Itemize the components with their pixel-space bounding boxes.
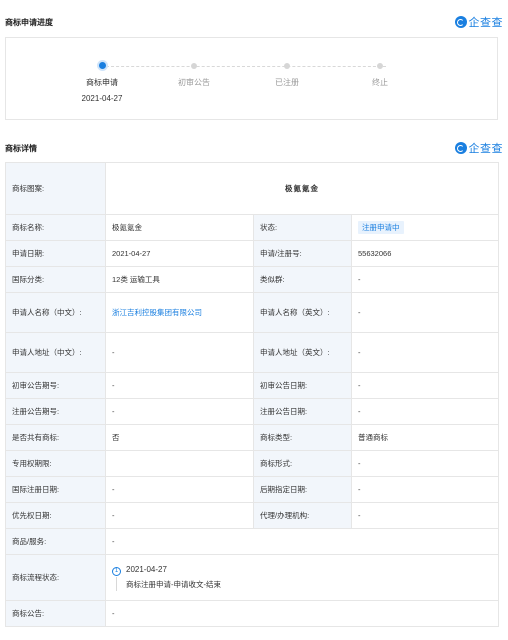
qichacha-logo[interactable]: 企查查 bbox=[454, 140, 504, 156]
similar-group-value: - bbox=[350, 266, 500, 293]
qichacha-logo-icon bbox=[454, 142, 467, 154]
table-row: 国际注册日期: - 后期指定日期: - bbox=[5, 476, 500, 503]
step-label: 商标申请 bbox=[86, 78, 118, 87]
intl-class-key: 国际分类: bbox=[5, 266, 106, 293]
announce-key: 商标公告: bbox=[5, 600, 106, 627]
progress-stepper: 商标申请 2021-04-27 初审公告 已注册 终止 bbox=[5, 37, 498, 120]
goods-value: - bbox=[104, 528, 500, 555]
table-row: 专用权期限: 商标形式: - bbox=[5, 450, 500, 477]
prelim-date-value: - bbox=[350, 372, 500, 399]
prelim-date-key: 初审公告日期: bbox=[253, 372, 352, 399]
flow-value: 1 2021-04-27 商标注册申请-申请收文-结束 bbox=[104, 554, 500, 601]
similar-group-key: 类似群: bbox=[253, 266, 352, 293]
apply-date-key: 申请日期: bbox=[5, 240, 106, 267]
mark-form-value: - bbox=[350, 450, 500, 477]
applicant-cn-link[interactable]: 浙江吉利控股集团有限公司 bbox=[112, 308, 202, 317]
name-value: 极氪氪金 bbox=[105, 214, 254, 241]
step-trademark-application: 商标申请 2021-04-27 bbox=[62, 61, 142, 103]
table-row: 申请日期: 2021-04-27 申请/注册号: 55632066 bbox=[5, 240, 500, 267]
addr-en-value: - bbox=[350, 332, 500, 373]
table-row: 申请人名称（中文）: 浙江吉利控股集团有限公司 申请人名称（英文）: - bbox=[5, 292, 500, 333]
agent-key: 代理/办理机构: bbox=[253, 502, 352, 529]
status-value: 注册申请中 bbox=[350, 214, 500, 241]
announce-value: - bbox=[104, 600, 500, 627]
table-row: 初审公告期号: - 初审公告日期: - bbox=[5, 372, 500, 399]
qichacha-logo-icon bbox=[454, 16, 467, 28]
step-label: 已注册 bbox=[275, 78, 299, 87]
step-terminated: 终止 bbox=[340, 61, 420, 88]
table-row: 商标流程状态: 1 2021-04-27 商标注册申请-申请收文-结束 bbox=[5, 554, 500, 601]
exclusive-key: 专用权期限: bbox=[5, 450, 106, 477]
priority-key: 优先权日期: bbox=[5, 502, 106, 529]
addr-en-key: 申请人地址（英文）: bbox=[253, 332, 352, 373]
flow-date: 2021-04-27 bbox=[126, 565, 167, 574]
mark-type-key: 商标类型: bbox=[253, 424, 352, 451]
table-row: 商标公告: - bbox=[5, 600, 500, 627]
mark-image-key: 商标图案: bbox=[5, 162, 106, 215]
step-dot bbox=[377, 63, 383, 69]
flow-item: 1 2021-04-27 商标注册申请-申请收文-结束 bbox=[112, 564, 492, 591]
applicant-en-value: - bbox=[350, 292, 500, 333]
flow-key: 商标流程状态: bbox=[5, 554, 106, 601]
table-row: 商品/服务: - bbox=[5, 528, 500, 555]
prelim-no-key: 初审公告期号: bbox=[5, 372, 106, 399]
intl-reg-date-key: 国际注册日期: bbox=[5, 476, 106, 503]
intl-class-value: 12类 运输工具 bbox=[105, 266, 254, 293]
shared-key: 是否共有商标: bbox=[5, 424, 106, 451]
mark-form-key: 商标形式: bbox=[253, 450, 352, 477]
reg-no-key: 申请/注册号: bbox=[253, 240, 352, 267]
detail-section-header: 商标详情 企查查 bbox=[5, 140, 503, 156]
step-dot bbox=[191, 63, 197, 69]
step-preliminary-announcement: 初审公告 bbox=[154, 61, 234, 88]
progress-section-title: 商标申请进度 bbox=[5, 17, 53, 27]
applicant-cn-value: 浙江吉利控股集团有限公司 bbox=[105, 292, 254, 333]
flow-description: 商标注册申请-申请收文-结束 bbox=[126, 580, 221, 589]
later-date-value: - bbox=[350, 476, 500, 503]
addr-cn-value: - bbox=[105, 332, 254, 373]
step-dot bbox=[284, 63, 290, 69]
table-row: 国际分类: 12类 运输工具 类似群: - bbox=[5, 266, 500, 293]
later-date-key: 后期指定日期: bbox=[253, 476, 352, 503]
priority-value: - bbox=[105, 502, 254, 529]
mark-type-value: 普通商标 bbox=[350, 424, 500, 451]
table-row: 商标图案: 极氪氪金 bbox=[5, 162, 500, 215]
flow-connector bbox=[116, 577, 117, 591]
applicant-cn-key: 申请人名称（中文）: bbox=[5, 292, 106, 333]
reg-ann-no-key: 注册公告期号: bbox=[5, 398, 106, 425]
qichacha-logo[interactable]: 企查查 bbox=[454, 14, 504, 30]
table-row: 是否共有商标: 否 商标类型: 普通商标 bbox=[5, 424, 500, 451]
table-row: 申请人地址（中文）: - 申请人地址（英文）: - bbox=[5, 332, 500, 373]
trademark-detail-table: 商标图案: 极氪氪金 商标名称: 极氪氪金 状态: 注册申请中 申请日期: 20… bbox=[5, 162, 500, 627]
step-label: 终止 bbox=[372, 78, 388, 87]
table-row: 商标名称: 极氪氪金 状态: 注册申请中 bbox=[5, 214, 500, 241]
reg-ann-date-key: 注册公告日期: bbox=[253, 398, 352, 425]
table-row: 注册公告期号: - 注册公告日期: - bbox=[5, 398, 500, 425]
step-dot bbox=[98, 62, 106, 69]
qichacha-logo-text: 企查查 bbox=[468, 143, 503, 155]
step-date: 2021-04-27 bbox=[81, 94, 123, 103]
step-registered: 已注册 bbox=[247, 61, 327, 88]
table-row: 优先权日期: - 代理/办理机构: - bbox=[5, 502, 500, 529]
status-key: 状态: bbox=[253, 214, 352, 241]
detail-section-title: 商标详情 bbox=[5, 143, 37, 153]
reg-ann-date-value: - bbox=[350, 398, 500, 425]
flow-step-number: 1 bbox=[112, 567, 121, 576]
mark-image: 极氪氪金 bbox=[104, 162, 500, 215]
exclusive-value bbox=[105, 450, 254, 477]
reg-ann-no-value: - bbox=[105, 398, 254, 425]
step-label: 初审公告 bbox=[178, 78, 210, 87]
prelim-no-value: - bbox=[105, 372, 254, 399]
reg-no-value: 55632066 bbox=[350, 240, 500, 267]
apply-date-value: 2021-04-27 bbox=[105, 240, 254, 267]
status-badge: 注册申请中 bbox=[358, 221, 404, 234]
progress-section-header: 商标申请进度 企查查 bbox=[5, 14, 503, 30]
name-key: 商标名称: bbox=[5, 214, 106, 241]
shared-value: 否 bbox=[105, 424, 254, 451]
addr-cn-key: 申请人地址（中文）: bbox=[5, 332, 106, 373]
qichacha-logo-text: 企查查 bbox=[468, 17, 503, 29]
goods-key: 商品/服务: bbox=[5, 528, 106, 555]
agent-value: - bbox=[350, 502, 500, 529]
intl-reg-date-value: - bbox=[105, 476, 254, 503]
applicant-en-key: 申请人名称（英文）: bbox=[253, 292, 352, 333]
